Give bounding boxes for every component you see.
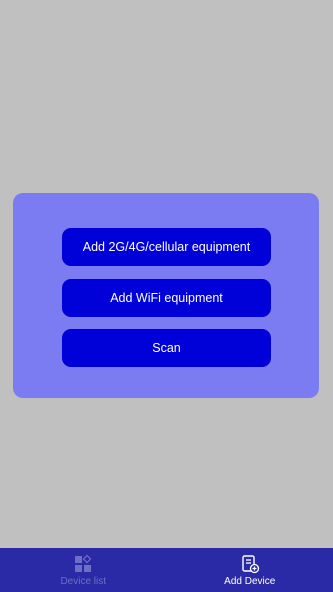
bottom-tab-bar: Device list Add Device (0, 548, 333, 592)
tab-device-list-label: Device list (60, 576, 107, 587)
grid-icon (75, 554, 92, 572)
screen-background: Add 2G/4G/cellular equipment Add WiFi eq… (0, 0, 333, 548)
tab-add-device[interactable]: Add Device (167, 548, 333, 592)
add-cellular-equipment-button[interactable]: Add 2G/4G/cellular equipment (62, 228, 271, 266)
add-wifi-equipment-button[interactable]: Add WiFi equipment (62, 279, 271, 317)
tab-add-device-label: Add Device (224, 576, 276, 587)
tab-device-list[interactable]: Device list (0, 548, 167, 592)
add-device-icon (242, 555, 259, 574)
scan-button[interactable]: Scan (62, 329, 271, 367)
add-device-dialog: Add 2G/4G/cellular equipment Add WiFi eq… (13, 193, 319, 398)
